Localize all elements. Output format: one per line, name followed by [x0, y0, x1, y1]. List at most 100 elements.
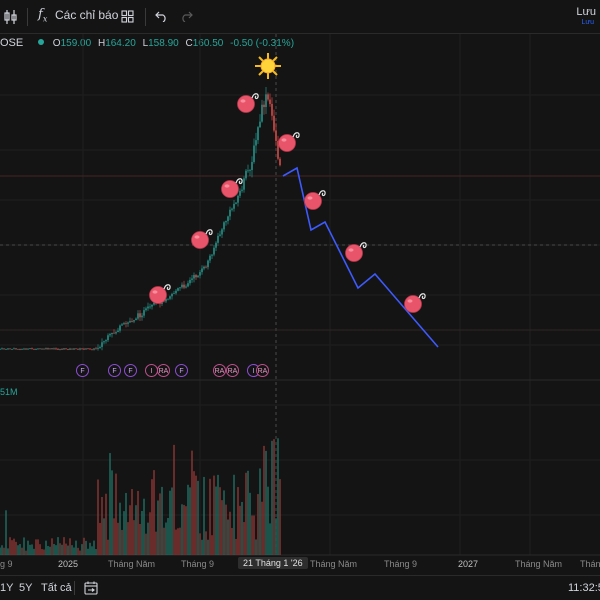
save-button[interactable]: Lưu	[576, 6, 596, 18]
volume-bar	[195, 475, 197, 555]
indicators-button[interactable]: Các chỉ báo	[55, 8, 118, 22]
range-5y-button[interactable]: 5Y	[19, 582, 32, 594]
volume-bar	[0, 547, 1, 555]
event-badge[interactable]: F	[76, 364, 89, 377]
volume-bar	[279, 479, 281, 555]
candle-body	[81, 348, 83, 350]
calendar-range-icon[interactable]	[84, 581, 98, 598]
candle-body	[121, 324, 123, 326]
candle-body	[63, 348, 65, 350]
layout-grid-icon[interactable]	[121, 10, 134, 26]
event-badge[interactable]: RA	[256, 364, 269, 377]
volume-bar	[241, 501, 243, 555]
candle-body	[23, 348, 25, 350]
bar-chart-icon[interactable]	[4, 9, 18, 28]
volume-bar	[63, 537, 65, 555]
candle-body	[139, 313, 141, 318]
volume-bar	[15, 541, 17, 555]
candle-body	[7, 348, 9, 350]
candle-body	[253, 145, 255, 163]
candle-body	[93, 348, 95, 350]
x-tick-label: 2027	[458, 559, 479, 569]
candle-body	[217, 235, 219, 243]
volume-bar	[267, 486, 269, 555]
redo-icon[interactable]	[180, 10, 193, 25]
candle-body	[183, 284, 185, 288]
candle-body	[271, 103, 273, 116]
volume-bar	[109, 453, 111, 555]
event-badge[interactable]: F	[175, 364, 188, 377]
volume-bar	[85, 540, 87, 555]
volume-bar	[43, 549, 45, 555]
grid	[0, 34, 600, 555]
candle-body	[195, 275, 197, 278]
candle-body	[43, 348, 45, 350]
apple-icon	[345, 242, 367, 262]
price-chart[interactable]	[0, 34, 600, 575]
candle-body	[79, 348, 81, 350]
volume-bar	[277, 438, 279, 555]
event-badge[interactable]: RA	[157, 364, 170, 377]
candle-body	[215, 242, 217, 248]
candle-body	[3, 348, 5, 350]
event-badge[interactable]: F	[124, 364, 137, 377]
candle-body	[49, 348, 51, 350]
volume-bar	[219, 487, 221, 555]
x-tick-label: 2025	[58, 559, 79, 569]
volume-bar	[61, 544, 63, 555]
volume-bar	[51, 538, 53, 555]
candle-body	[119, 325, 121, 331]
candle-body	[95, 348, 97, 350]
top-toolbar: fx Các chỉ báo Lưu Lưu	[0, 0, 600, 34]
apple-icon	[278, 132, 300, 152]
candle-body	[185, 286, 187, 288]
volume-label: 51M	[0, 387, 18, 397]
candle-body	[241, 189, 243, 191]
volume-bar	[161, 486, 163, 555]
candle-body	[237, 195, 239, 203]
volume-bar	[251, 515, 253, 555]
candle-body	[71, 348, 73, 350]
volume-bar	[13, 538, 15, 555]
volume-bar	[111, 470, 113, 555]
clock-readout: 11:32:5	[568, 582, 600, 594]
volume-bar	[225, 504, 227, 555]
candle-body	[11, 349, 13, 350]
fx-icon[interactable]: fx	[38, 7, 47, 24]
candle-body	[279, 158, 281, 166]
event-badge[interactable]: RA	[226, 364, 239, 377]
range-1y-button[interactable]: 1Y	[0, 582, 13, 594]
volume-bar	[247, 470, 249, 555]
volume-bar	[243, 522, 245, 555]
volume-bar	[11, 540, 13, 555]
volume-bar	[155, 531, 157, 555]
range-all-button[interactable]: Tất cả	[41, 582, 72, 594]
volume-bar	[239, 505, 241, 555]
event-badge[interactable]: F	[108, 364, 121, 377]
candle-body	[131, 321, 133, 322]
candle-body	[239, 190, 241, 196]
candle-body	[141, 315, 143, 318]
event-badge[interactable]: RA	[213, 364, 226, 377]
candle-body	[167, 298, 169, 300]
apple-icon	[237, 93, 259, 113]
volume-bar	[35, 539, 37, 555]
candle-body	[87, 348, 89, 350]
volume-bar	[121, 529, 123, 555]
volume-bar	[259, 468, 261, 555]
volume-bar	[129, 505, 131, 555]
volume-bar	[147, 522, 149, 555]
candle-body	[127, 322, 129, 324]
volume-bar	[55, 545, 57, 555]
volume-bar	[249, 492, 251, 555]
candle-body	[219, 234, 221, 236]
volume-bar	[83, 537, 85, 555]
candle-body	[245, 170, 247, 179]
candle-body	[91, 349, 93, 351]
candle-body	[173, 293, 175, 295]
undo-icon[interactable]	[155, 10, 168, 25]
candle-body	[201, 268, 203, 273]
candle-body	[59, 348, 61, 350]
volume-bar	[215, 486, 217, 555]
candle-body	[21, 348, 23, 350]
